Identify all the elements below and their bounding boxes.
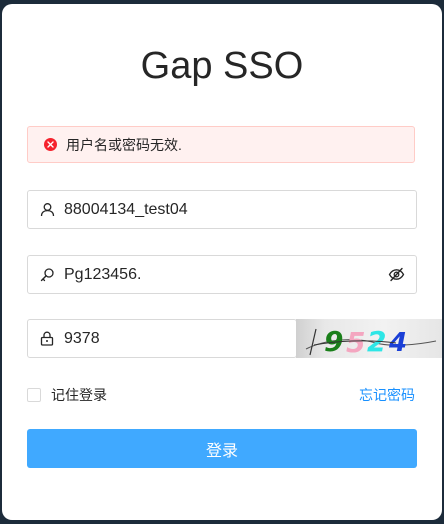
eye-invisible-icon[interactable]: [387, 266, 405, 284]
error-message: 用户名或密码无效.: [66, 136, 182, 153]
page-title: Gap SSO: [140, 45, 304, 87]
close-circle-icon: [44, 138, 57, 151]
password-field[interactable]: Pg123456.: [27, 255, 417, 294]
error-alert: 用户名或密码无效.: [27, 126, 415, 163]
remember-row[interactable]: 记住登录: [27, 385, 107, 405]
forgot-password-link[interactable]: 忘记密码: [359, 385, 415, 405]
password-value: Pg123456.: [64, 265, 142, 283]
username-value: 88004134_test04: [64, 200, 188, 218]
login-button[interactable]: 登录: [27, 429, 417, 468]
login-card: Gap SSO 用户名或密码无效. 88004134_test04 Pg1234…: [2, 4, 442, 520]
captcha-char: 5: [346, 326, 365, 358]
remember-label[interactable]: 记住登录: [51, 385, 107, 405]
lock-icon: [39, 331, 55, 347]
captcha-value: 9378: [64, 329, 100, 347]
key-icon: [39, 267, 55, 283]
captcha-field[interactable]: 9378: [27, 319, 297, 358]
user-icon: [39, 202, 55, 218]
captcha-image[interactable]: 9 5 2 4: [296, 319, 442, 358]
captcha-char: 4: [388, 328, 407, 358]
username-field[interactable]: 88004134_test04: [27, 190, 417, 229]
remember-checkbox[interactable]: [27, 388, 41, 402]
